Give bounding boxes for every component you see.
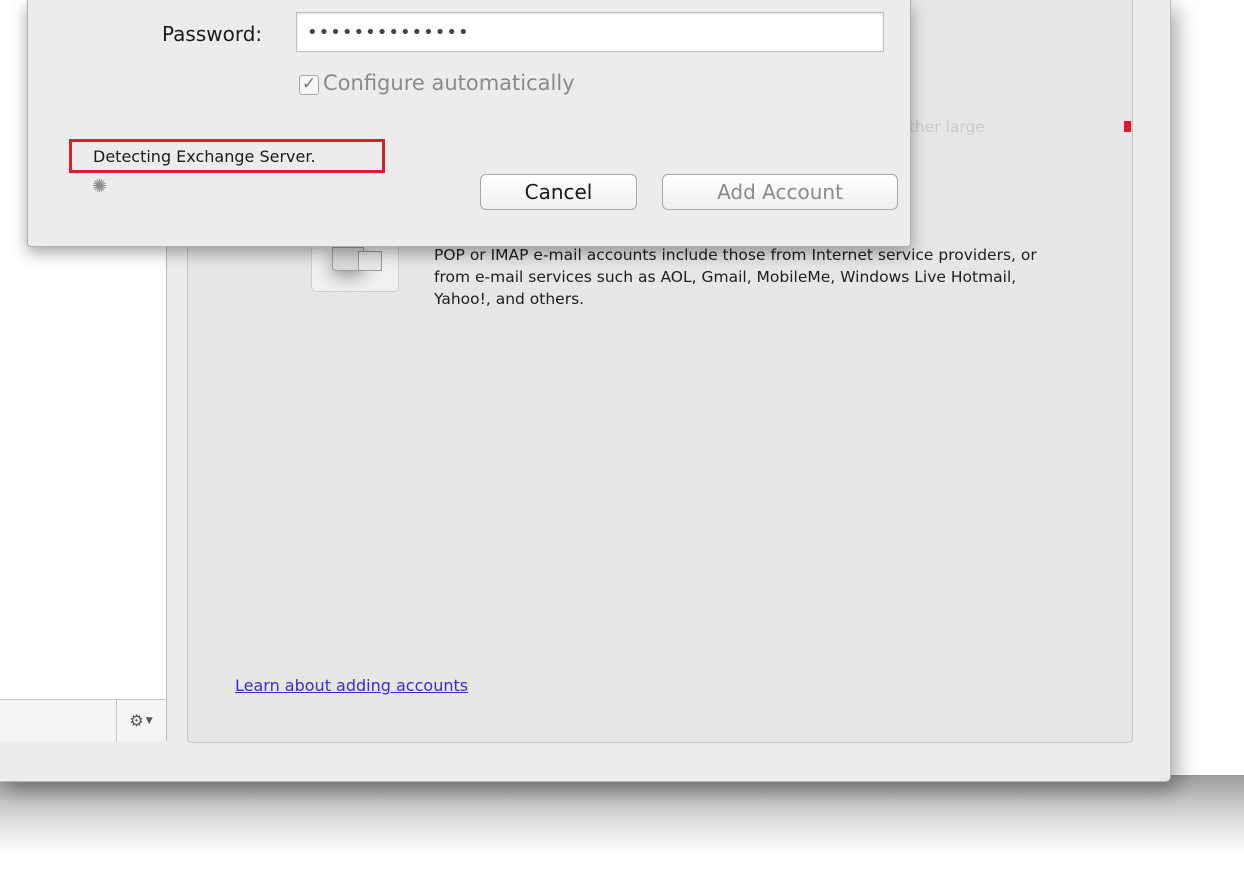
status-message: Detecting Exchange Server. [69,139,385,173]
learn-about-accounts-link[interactable]: Learn about adding accounts [235,676,468,695]
password-label: Password: [162,22,263,46]
add-account-button[interactable]: Add Account [662,174,898,210]
window-shadow [0,775,1244,855]
add-account-sheet: Password: •••••••••••••• ✓ Configure aut… [27,0,911,247]
envelope-icon [358,251,382,271]
configure-automatically-label[interactable]: Configure automatically [323,71,575,95]
password-field[interactable]: •••••••••••••• [296,12,884,52]
sidebar-toolbar: ⚙ ▼ [0,699,166,741]
spinner-icon: ✺ [92,176,108,197]
cancel-button[interactable]: Cancel [480,174,637,210]
configure-automatically-checkbox[interactable]: ✓ [299,75,319,95]
gear-icon: ⚙ [129,711,144,730]
email-account-description: POP or IMAP e-mail accounts include thos… [434,246,1037,308]
chevron-down-icon: ▼ [145,715,153,726]
action-menu-button[interactable]: ⚙ ▼ [116,700,165,741]
annotation-marker [1124,121,1131,132]
